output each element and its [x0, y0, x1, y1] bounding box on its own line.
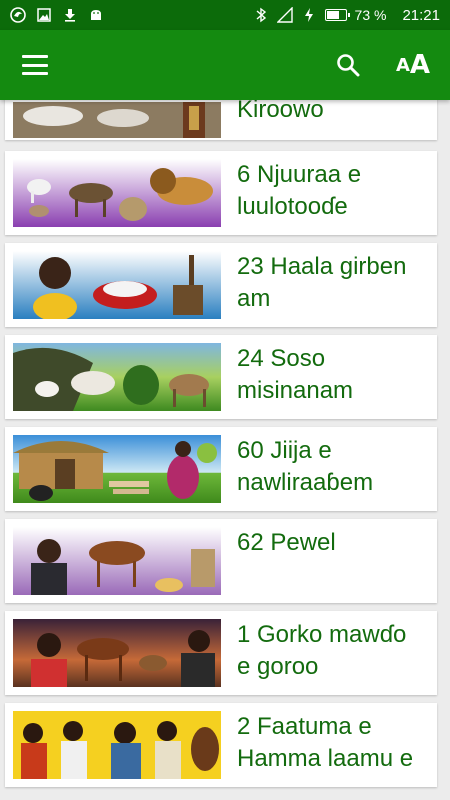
list-item[interactable]: 23 Haala girben am: [5, 243, 437, 327]
list-item-thumbnail: [13, 619, 221, 687]
app-bar-actions: AA: [336, 50, 430, 80]
bluetooth-icon: [253, 7, 269, 23]
list-item[interactable]: 1 Gorko mawɗo e goroo: [5, 611, 437, 695]
app-bar: AA: [0, 30, 450, 100]
list-item-thumbnail: [13, 343, 221, 411]
signal-icon: [276, 7, 293, 23]
charging-icon: [301, 7, 317, 23]
battery-percent: 73 %: [354, 7, 387, 23]
status-left-icons: [10, 7, 104, 23]
list-item-title: 2 Faatuma e Hamma laamu e: [237, 713, 414, 772]
list-item[interactable]: 2 Faatuma e Hamma laamu e: [5, 703, 437, 787]
list-item-title: 24 Soso misinanam: [237, 345, 354, 404]
list-item[interactable]: 60 Jiija e nawliraaɓem: [5, 427, 437, 511]
list-item[interactable]: 24 Soso misinanam: [5, 335, 437, 419]
list-item-thumbnail: [13, 102, 221, 138]
status-bar: 73 % 21:21: [0, 0, 450, 30]
list-item-thumbnail: [13, 711, 221, 779]
list-item[interactable]: 62 Pewel: [5, 519, 437, 603]
clock: 21:21: [402, 6, 440, 24]
song-list: Kiroowo 6 Njuuraa e luulotooɗe 23 Haala …: [0, 100, 450, 800]
hamburger-menu-icon[interactable]: [22, 55, 48, 75]
list-item-title: 23 Haala girben am: [237, 253, 407, 312]
android-icon: [88, 7, 104, 23]
app-notification-icon: [10, 7, 26, 23]
list-item-thumbnail: [13, 435, 221, 503]
list-item-title: 62 Pewel: [237, 529, 336, 556]
search-icon[interactable]: [336, 53, 360, 77]
download-icon: [62, 7, 78, 23]
status-right-icons: 73 % 21:21: [253, 7, 440, 24]
font-size-small-letter: A: [395, 54, 410, 76]
list-item-thumbnail: [13, 527, 221, 595]
font-size-big-letter: A: [409, 50, 430, 80]
list-item[interactable]: Kiroowo: [5, 100, 437, 140]
image-icon: [36, 7, 52, 23]
list-item[interactable]: 6 Njuuraa e luulotooɗe: [5, 151, 437, 235]
font-size-icon[interactable]: AA: [396, 50, 430, 80]
list-item-title: 60 Jiija e nawliraaɓem: [237, 437, 374, 496]
list-item-title: Kiroowo: [237, 100, 324, 123]
list-item-title: 1 Gorko mawɗo e goroo: [237, 621, 407, 680]
list-item-thumbnail: [13, 251, 221, 319]
list-item-thumbnail: [13, 159, 221, 227]
battery-icon: [324, 9, 350, 21]
list-item-title: 6 Njuuraa e luulotooɗe: [237, 161, 362, 220]
